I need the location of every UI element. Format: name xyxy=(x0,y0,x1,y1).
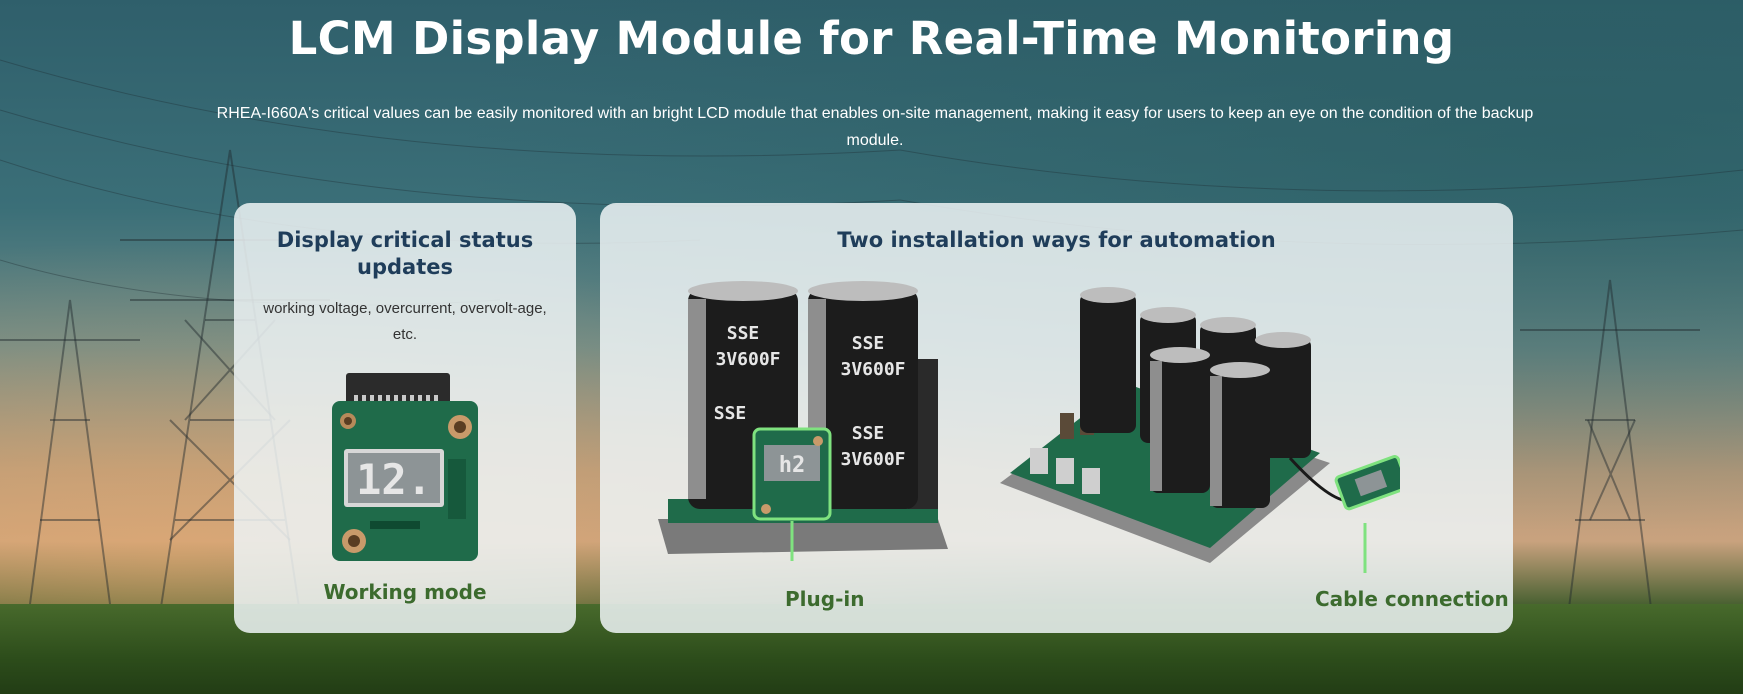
capacitor-brand-1: SSE xyxy=(727,323,760,344)
plugin-label: Plug-in xyxy=(785,587,865,611)
page-title: LCM Display Module for Real-Time Monitor… xyxy=(288,12,1455,65)
working-mode-label: Working mode xyxy=(323,580,487,604)
capacitor-brand-2: SSE xyxy=(852,333,885,354)
status-updates-card: Display critical status updates working … xyxy=(234,203,576,633)
capacitor-brand-4: SSE xyxy=(852,423,885,444)
capacitor-rating-1: 3V600F xyxy=(715,349,780,370)
cable-assembly-image xyxy=(1000,287,1400,573)
lcd-module-image: 12. xyxy=(332,373,478,561)
installation-ways-card: Two installation ways for automation SSE… xyxy=(600,203,1513,633)
capacitor-rating-2: 3V600F xyxy=(840,359,905,380)
cable-connection-label: Cable connection xyxy=(1315,587,1509,611)
lcd-digits: 12. xyxy=(356,455,432,504)
installation-card-title: Two installation ways for automation xyxy=(837,228,1276,252)
status-card-title: Display critical status updates xyxy=(276,228,534,279)
capacitor-rating-4: 3V600F xyxy=(840,449,905,470)
status-card-subtitle: working voltage, overcurrent, overvolt-a… xyxy=(263,300,547,343)
capacitor-brand-3: SSE xyxy=(714,403,747,424)
page-description: RHEA-I660A's critical values can be easi… xyxy=(216,105,1534,149)
plugin-assembly-image: SSE 3V600F SSE 3V600F SSE SSE 3V600F h2 xyxy=(658,281,948,561)
plugin-lcd-digits: h2 xyxy=(779,453,806,478)
